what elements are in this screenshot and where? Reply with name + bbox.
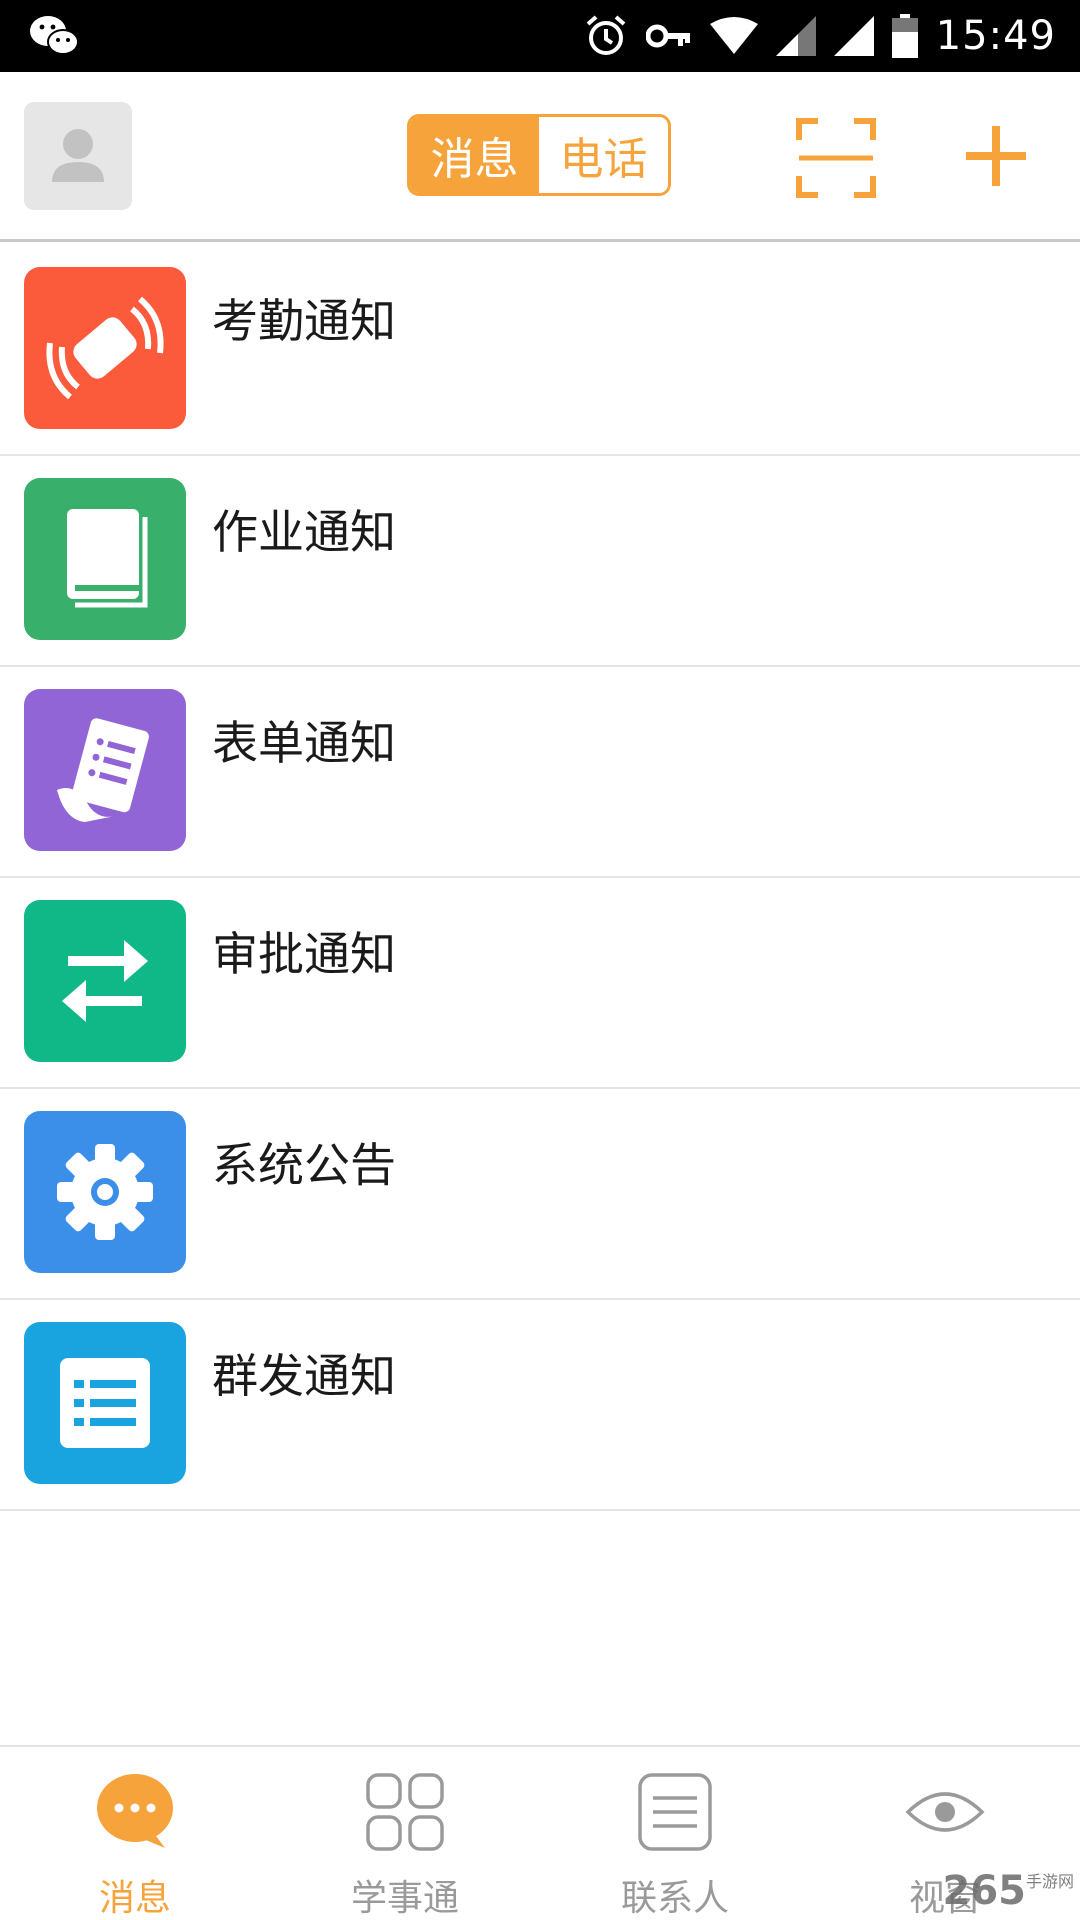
swap-arrows-icon bbox=[24, 900, 186, 1062]
eye-icon bbox=[902, 1769, 988, 1855]
list-item-label: 审批通知 bbox=[212, 927, 396, 981]
contacts-list-icon bbox=[632, 1769, 718, 1855]
list-item-attendance[interactable]: 考勤通知 bbox=[0, 245, 1080, 456]
nav-messages[interactable]: 消息 bbox=[0, 1747, 270, 1920]
list-item-label: 表单通知 bbox=[212, 716, 396, 770]
tab-messages[interactable]: 消息 bbox=[410, 117, 539, 193]
nav-xueshitong[interactable]: 学事通 bbox=[270, 1747, 540, 1920]
nav-label: 消息 bbox=[98, 1878, 171, 1919]
watermark-logo: 265手游网 bbox=[942, 1868, 1074, 1914]
alarm-icon bbox=[586, 15, 626, 55]
avatar[interactable] bbox=[24, 102, 132, 210]
battery-icon bbox=[891, 14, 918, 58]
wifi-icon bbox=[709, 17, 758, 54]
chat-bubble-icon bbox=[92, 1769, 178, 1855]
signal-icon bbox=[775, 16, 816, 56]
person-icon bbox=[52, 129, 104, 182]
message-call-switch: 消息 电话 bbox=[407, 114, 671, 196]
header: 消息 电话 bbox=[0, 72, 1080, 242]
book-icon bbox=[24, 478, 186, 640]
bottom-nav: 消息 学事通 联系人 视窗 bbox=[0, 1745, 1080, 1920]
nav-label: 联系人 bbox=[620, 1878, 729, 1919]
wechat-icon bbox=[30, 16, 79, 55]
form-scroll-icon bbox=[24, 689, 186, 851]
nav-label: 学事通 bbox=[350, 1878, 459, 1919]
attendance-card-icon bbox=[24, 267, 186, 429]
list-item-label: 作业通知 bbox=[212, 505, 396, 559]
list-item-system[interactable]: 系统公告 bbox=[0, 1089, 1080, 1300]
apps-grid-icon bbox=[362, 1769, 448, 1855]
nav-contacts[interactable]: 联系人 bbox=[540, 1747, 810, 1920]
list-item-form[interactable]: 表单通知 bbox=[0, 667, 1080, 878]
list-item-label: 考勤通知 bbox=[212, 294, 396, 348]
status-time: 15:49 bbox=[935, 13, 1056, 59]
scan-icon[interactable] bbox=[796, 118, 876, 198]
tab-calls[interactable]: 电话 bbox=[539, 117, 668, 193]
status-bar: 15:49 bbox=[0, 0, 1080, 72]
list-item-label: 群发通知 bbox=[212, 1349, 396, 1403]
list-item-broadcast[interactable]: 群发通知 bbox=[0, 1300, 1080, 1511]
list-item-homework[interactable]: 作业通知 bbox=[0, 456, 1080, 667]
signal-icon bbox=[833, 16, 874, 56]
gear-icon bbox=[24, 1111, 186, 1273]
vpn-key-icon bbox=[645, 24, 690, 48]
plus-icon[interactable] bbox=[964, 124, 1028, 188]
notification-list: 考勤通知 作业通知 表单通知 审批通知 系统公告 群发通知 bbox=[0, 245, 1080, 1511]
list-item-approval[interactable]: 审批通知 bbox=[0, 878, 1080, 1089]
list-icon bbox=[24, 1322, 186, 1484]
list-item-label: 系统公告 bbox=[212, 1138, 396, 1192]
